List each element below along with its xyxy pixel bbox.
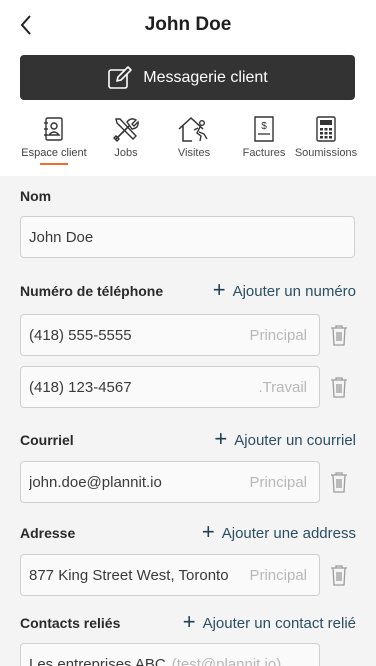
phone-value: (418) 123-4567 [29,378,132,396]
phone-type-tag[interactable]: .Travail [258,379,307,396]
plus-icon: + [182,609,196,634]
invoice-icon: $ [254,116,274,142]
name-field[interactable]: John Doe [20,216,355,258]
contact-card-icon [44,117,63,141]
add-address-button[interactable]: + Ajouter une address [201,519,356,544]
tab-label: Espace client [21,147,87,159]
name-value: John Doe [29,228,94,246]
svg-text:$: $ [261,121,267,132]
add-phone-label: Ajouter un numéro [232,282,356,300]
tab-jobs[interactable]: Jobs [90,114,162,164]
house-walk-icon [178,116,208,142]
delete-phone-button[interactable] [328,322,350,348]
phone-label-row: Numéro de téléphone + Ajouter un numéro [20,277,356,302]
tab-label: Jobs [114,147,138,159]
trash-icon [331,377,347,398]
tools-icon [113,118,139,142]
address-type-tag[interactable]: Principal [249,567,307,584]
contacts-label-row: Contacts reliés + Ajouter un contact rel… [20,609,356,634]
tab-label: Visites [177,147,211,159]
email-field[interactable]: john.doe@plannit.io Principal [20,461,320,503]
plus-icon: + [214,426,228,451]
name-label-row: Nom [20,185,356,207]
phone-value: (418) 555-5555 [29,326,132,344]
active-tab-indicator [40,163,68,165]
tab-soumissions[interactable]: Soumissions [290,114,362,164]
add-email-label: Ajouter un courriel [234,431,356,449]
delete-address-button[interactable] [328,562,350,588]
add-contact-label: Ajouter un contact relié [202,614,356,632]
phone-label: Numéro de téléphone [20,283,164,299]
tab-espace-client[interactable]: Espace client [18,114,90,165]
related-contact-name: Les entreprises ABC [29,655,166,666]
trash-icon [331,472,347,493]
trash-icon [331,565,347,586]
plus-icon: + [212,277,226,302]
delete-phone-button[interactable] [328,374,350,400]
calculator-icon [316,116,336,142]
tab-visites[interactable]: Visites [158,114,230,164]
plus-icon: + [201,519,215,544]
add-email-button[interactable]: + Ajouter un courriel [214,426,356,451]
phone-field[interactable]: (418) 555-5555 Principal [20,314,320,356]
edit-icon [108,65,133,89]
name-label: Nom [20,188,52,204]
trash-icon [331,325,347,346]
top-bar: John Doe Messagerie client Espace client [0,0,376,176]
tab-label: Soumissions [294,147,358,159]
email-type-tag[interactable]: Principal [249,474,307,491]
email-value: john.doe@plannit.io [29,473,162,491]
address-label-row: Adresse + Ajouter une address [20,519,356,544]
tab-bar: Espace client Jobs Visites $ Factures So… [0,114,376,166]
phone-type-tag[interactable]: Principal [249,327,307,344]
page-title: John Doe [144,14,232,35]
add-address-label: Ajouter une address [221,524,356,542]
address-value: 877 King Street West, Toronto [29,566,229,584]
address-field[interactable]: 877 King Street West, Toronto Principal [20,554,320,596]
related-contact-field[interactable]: Les entreprises ABC (test@plannit.io) [20,643,320,666]
phone-field[interactable]: (418) 123-4567 .Travail [20,366,320,408]
add-phone-button[interactable]: + Ajouter un numéro [212,277,356,302]
email-label-row: Courriel + Ajouter un courriel [20,426,356,451]
email-label: Courriel [20,432,74,448]
related-contact-email: (test@plannit.io) [171,655,282,666]
address-label: Adresse [20,525,76,541]
add-contact-button[interactable]: + Ajouter un contact relié [182,609,356,634]
delete-email-button[interactable] [328,469,350,495]
contacts-label: Contacts reliés [20,615,121,631]
messaging-button-label: Messagerie client [143,68,268,86]
messaging-button[interactable]: Messagerie client [20,55,355,100]
